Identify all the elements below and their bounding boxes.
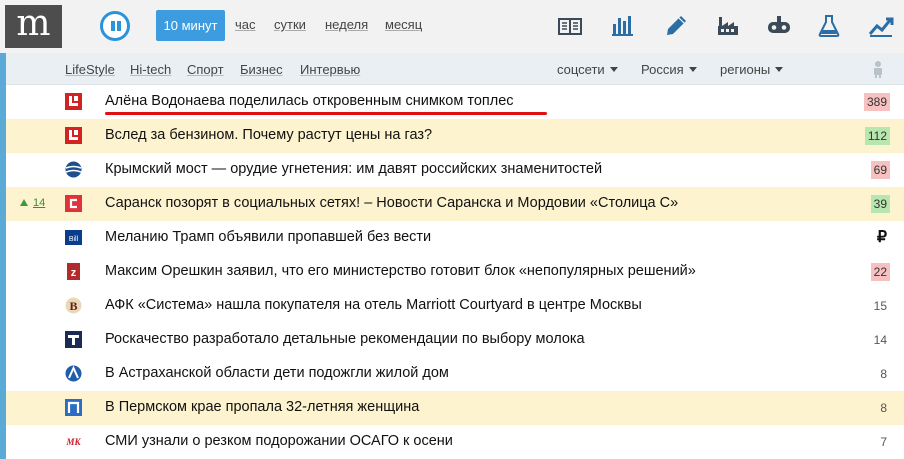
z-logo-icon[interactable]: z [65, 263, 82, 280]
paywall-ruble-badge: ₽ [876, 229, 887, 246]
bill-logo-icon[interactable]: Bill [65, 229, 82, 246]
share-count-badge: 39 [870, 195, 890, 213]
period-month-link[interactable]: месяц [385, 17, 422, 32]
nav-business[interactable]: Бизнес [240, 62, 283, 77]
news-title-link[interactable]: Меланию Трамп объявили пропавшей без вес… [105, 229, 431, 245]
c-logo-icon[interactable] [65, 195, 82, 212]
news-title-link[interactable]: АФК «Система» нашла покупателя на отель … [105, 297, 642, 313]
bar-chart-icon[interactable] [609, 12, 637, 40]
top-bar: m 10 минут час сутки неделя месяц [0, 0, 904, 53]
chevron-down-icon [609, 67, 618, 72]
period-week-link[interactable]: неделя [325, 17, 368, 32]
news-row[interactable]: МК СМИ узнали о резком подорожании ОСАГО … [6, 425, 904, 459]
t-logo-icon[interactable] [65, 331, 82, 348]
nav-lifestyle[interactable]: LifeStyle [65, 62, 115, 77]
nav-interview[interactable]: Интервью [300, 62, 360, 77]
news-row[interactable]: Алёна Водонаева поделилась откровенным с… [6, 85, 904, 119]
pen-icon[interactable] [662, 12, 690, 40]
arrow-up-icon [20, 199, 28, 206]
svg-text:B: B [69, 299, 77, 313]
trend-up-icon[interactable] [867, 12, 895, 40]
share-count-badge: 22 [870, 263, 890, 281]
mk-logo-icon[interactable]: МК [65, 433, 82, 450]
news-title-link[interactable]: Максим Орешкин заявил, что его министерс… [105, 263, 696, 279]
news-row[interactable]: В Пермском крае пропала 32-летняя женщин… [6, 391, 904, 425]
nav-sport[interactable]: Спорт [187, 62, 224, 77]
person-icon [874, 61, 882, 78]
site-logo[interactable]: m [5, 5, 62, 48]
pause-button[interactable] [100, 11, 130, 41]
rank-change[interactable]: 14 [20, 197, 45, 209]
news-row[interactable]: z Максим Орешкин заявил, что его министер… [6, 255, 904, 289]
share-count-badge: 389 [863, 93, 890, 111]
news-title-link[interactable]: В Астраханской области дети подожгли жил… [105, 365, 449, 381]
dropdown-regions[interactable]: регионы [720, 62, 784, 77]
svg-text:Bill: Bill [69, 236, 79, 243]
news-row[interactable]: Крымский мост — орудие угнетения: им дав… [6, 153, 904, 187]
category-nav: LifeStyle Hi-tech Спорт Бизнес Интервью … [6, 53, 904, 85]
share-count-badge: 69 [870, 161, 890, 179]
news-row[interactable]: В Астраханской области дети подожгли жил… [6, 357, 904, 391]
dropdown-social-label: соцсети [557, 62, 605, 77]
share-count-badge: 112 [864, 127, 890, 145]
dropdown-country[interactable]: Россия [641, 62, 697, 77]
news-row[interactable]: B АФК «Система» нашла покупателя на отель… [6, 289, 904, 323]
chevron-down-icon [688, 67, 697, 72]
news-title-link[interactable]: Саранск позорят в социальных сетях! – Но… [105, 195, 678, 211]
news-title-link[interactable]: Алёна Водонаева поделилась откровенным с… [105, 93, 514, 109]
v-logo-icon[interactable]: B [65, 297, 82, 314]
l-logo-icon[interactable] [65, 127, 82, 144]
period-10min-button[interactable]: 10 минут [156, 10, 225, 41]
flask-icon[interactable] [815, 12, 843, 40]
news-title-link[interactable]: Вслед за бензином. Почему растут цены на… [105, 127, 432, 143]
news-title-link[interactable]: В Пермском крае пропала 32-летняя женщин… [105, 399, 419, 415]
factory-icon[interactable] [714, 12, 742, 40]
l-logo-icon[interactable] [65, 93, 82, 110]
svg-text:МК: МК [65, 437, 81, 447]
share-count-badge: 14 [873, 333, 887, 347]
share-count-badge: 8 [880, 401, 887, 415]
red-underline-mark [105, 112, 547, 115]
p-logo-icon[interactable] [65, 399, 82, 416]
dropdown-social[interactable]: соцсети [557, 62, 618, 77]
dropdown-country-label: Россия [641, 62, 684, 77]
nav-hitech[interactable]: Hi-tech [130, 62, 171, 77]
columns-icon[interactable] [556, 12, 584, 40]
news-title-link[interactable]: Крымский мост — орудие угнетения: им дав… [105, 161, 602, 177]
share-count-badge: 15 [873, 299, 887, 313]
share-count-badge: 7 [880, 435, 887, 449]
news-row[interactable]: Роскачество разработало детальные рекоме… [6, 323, 904, 357]
news-title-link[interactable]: СМИ узнали о резком подорожании ОСАГО к … [105, 433, 453, 449]
news-row[interactable]: Вслед за бензином. Почему растут цены на… [6, 119, 904, 153]
svg-text:z: z [71, 267, 77, 279]
news-title-link[interactable]: Роскачество разработало детальные рекоме… [105, 331, 585, 347]
a-logo-icon[interactable] [65, 365, 82, 382]
chevron-down-icon [775, 67, 784, 72]
dropdown-regions-label: регионы [720, 62, 771, 77]
period-hour-link[interactable]: час [235, 17, 256, 32]
rank-change-value: 14 [33, 197, 46, 209]
news-row[interactable]: Bill Меланию Трамп объявили пропавшей без… [6, 221, 904, 255]
share-count-badge: 8 [880, 367, 887, 381]
globe-logo-icon[interactable] [65, 161, 82, 178]
gamepad-icon[interactable] [765, 12, 793, 40]
news-row[interactable]: 14 Саранск позорят в социальных сетях! – … [6, 187, 904, 221]
period-day-link[interactable]: сутки [274, 17, 306, 32]
